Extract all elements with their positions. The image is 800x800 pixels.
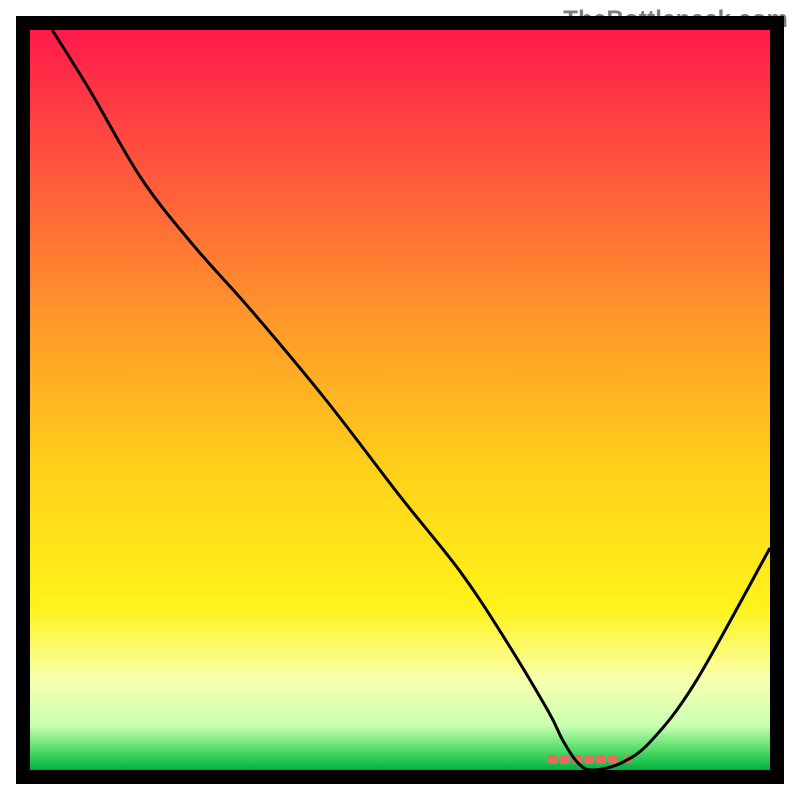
bottleneck-chart <box>0 0 800 800</box>
chart-container: TheBottleneck.com <box>0 0 800 800</box>
gradient-background <box>30 30 770 770</box>
